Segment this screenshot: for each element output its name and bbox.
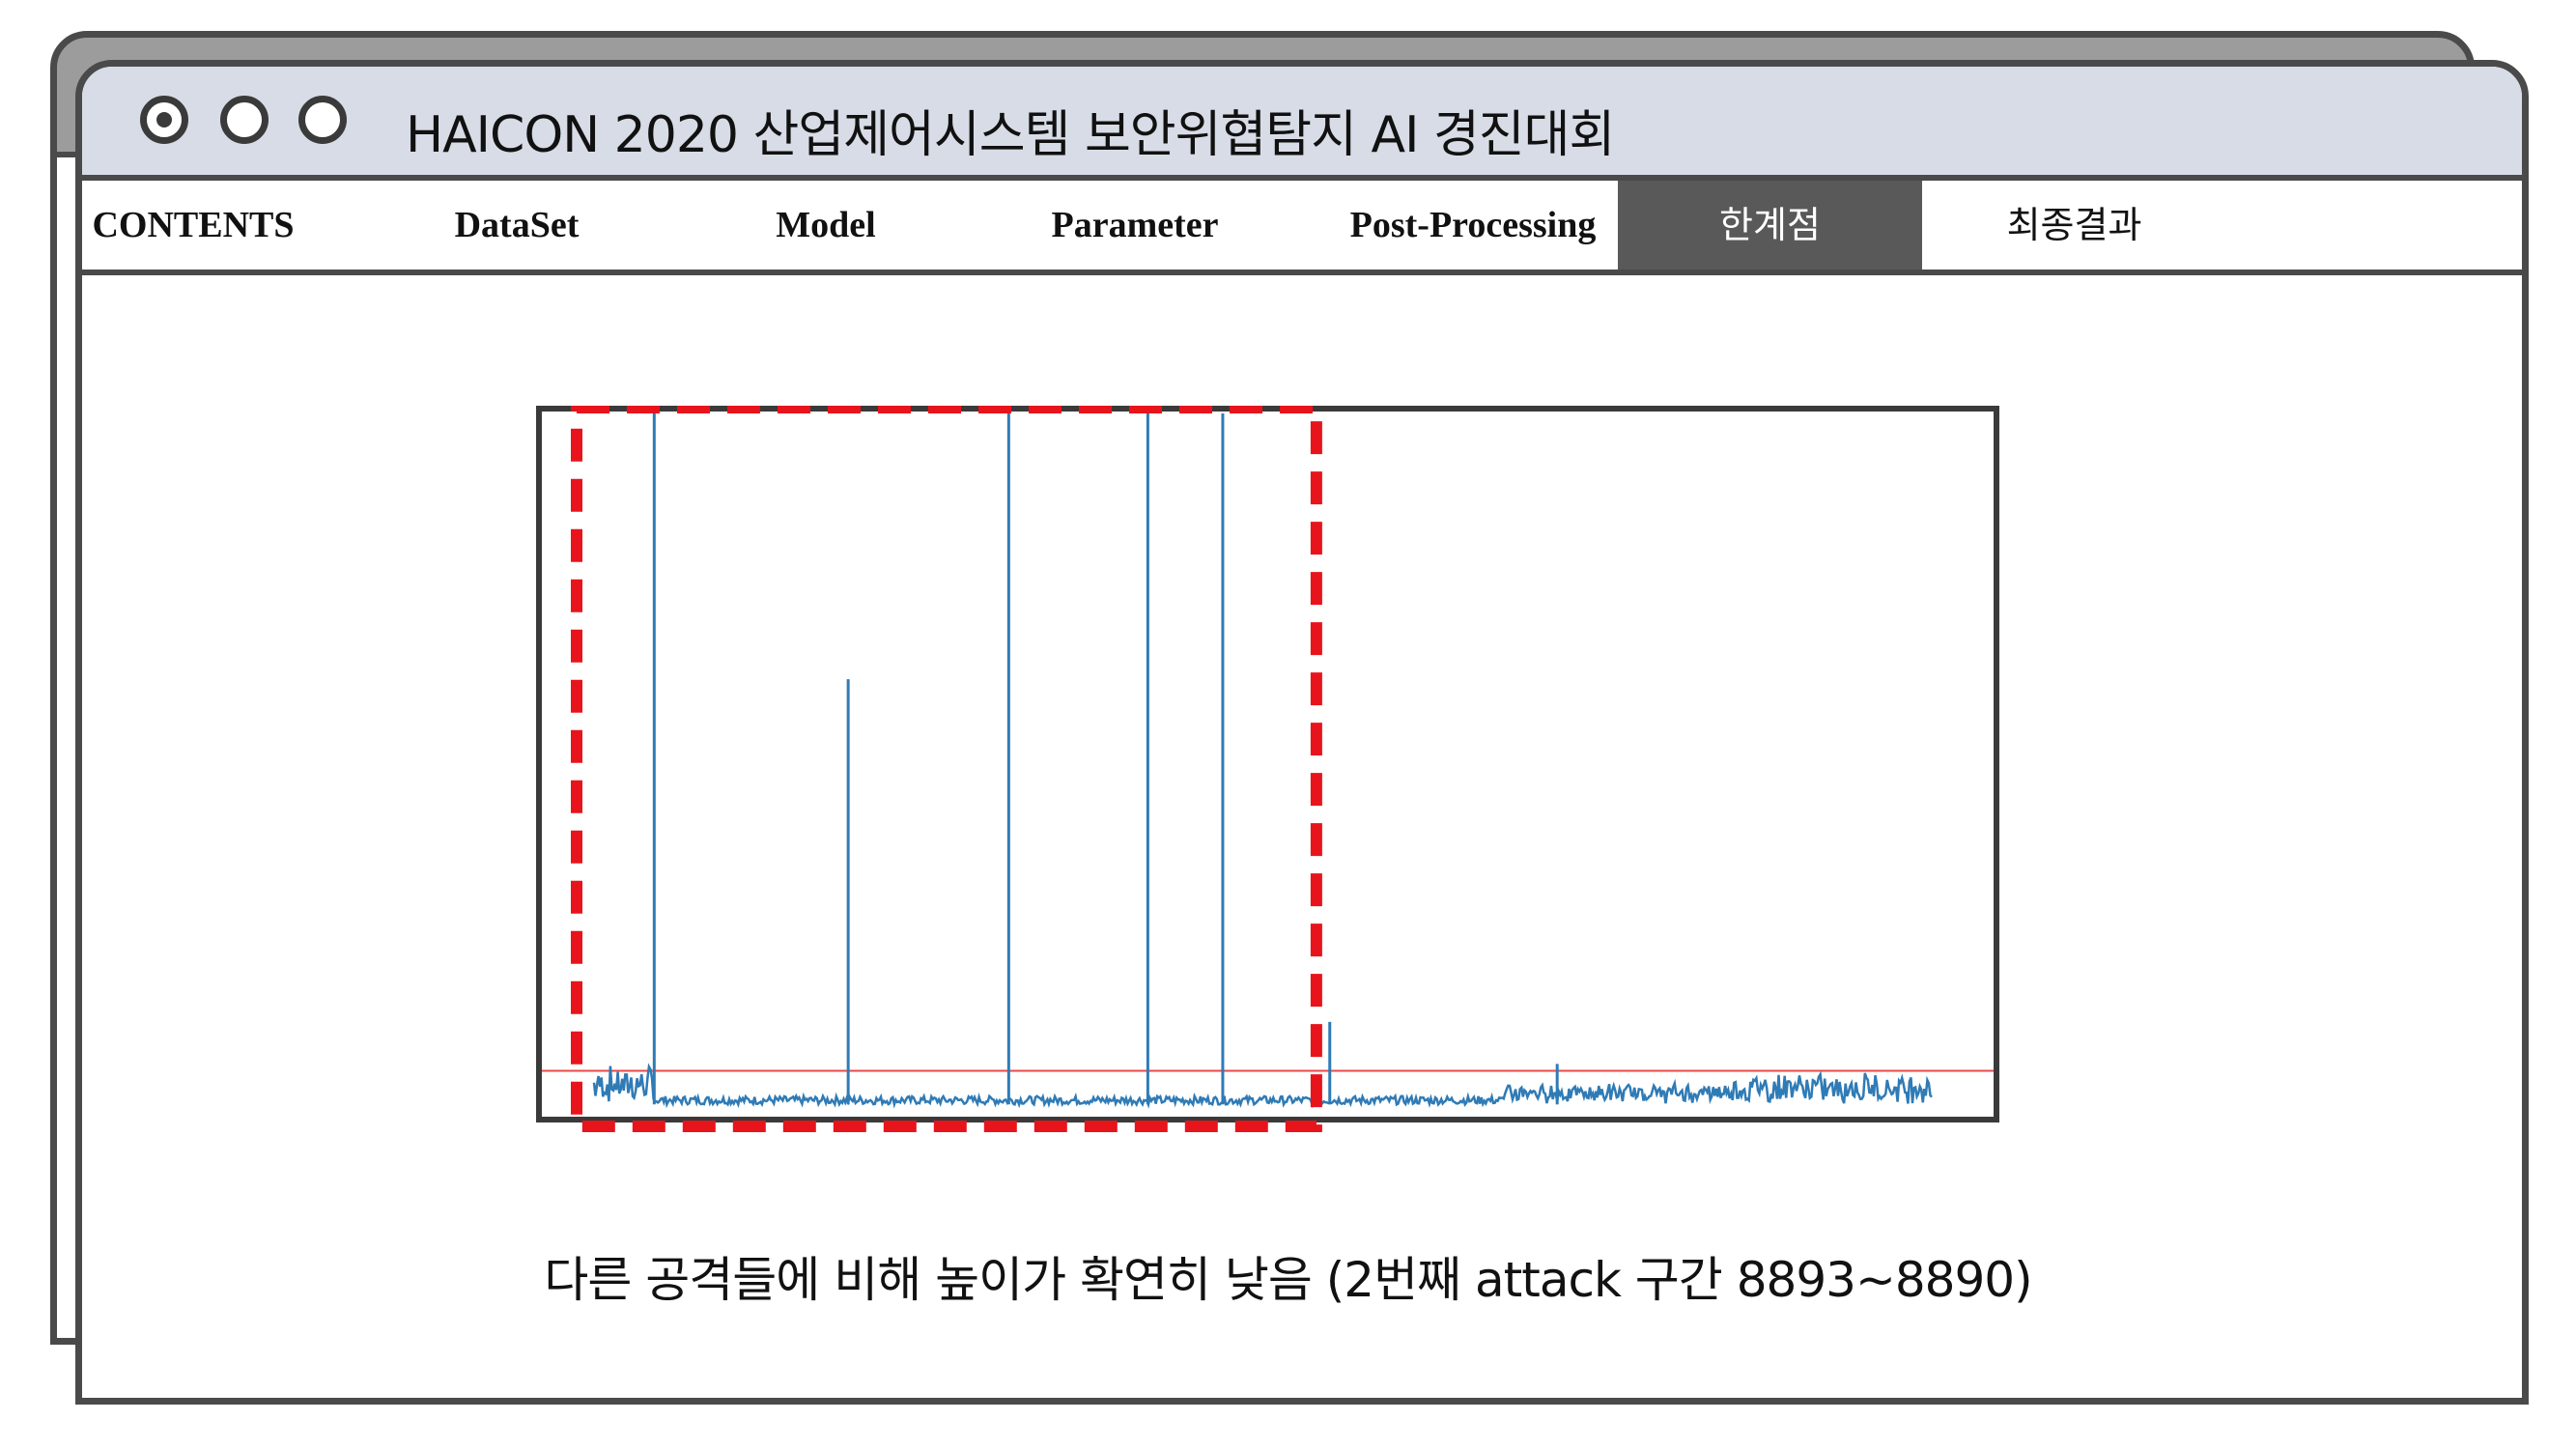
nav-bar: CONTENTS DataSet Model Parameter Post-Pr… [82, 181, 2522, 275]
chart-caption: 다른 공격들에 비해 높이가 확연히 낮음 (2번째 attack 구간 889… [544, 1252, 2032, 1308]
window-circle-button-3[interactable] [298, 96, 347, 144]
tab-limitations[interactable]: 한계점 [1618, 181, 1922, 270]
slide-canvas: HAICON 2020 산업제어시스템 보안위협탐지 AI 경진대회 CONTE… [0, 0, 2576, 1449]
anomaly-score-chart [536, 406, 2004, 1132]
tab-contents[interactable]: CONTENTS [82, 181, 304, 270]
anomaly-score-plot [536, 406, 1999, 1132]
window-title: HAICON 2020 산업제어시스템 보안위협탐지 AI 경진대회 [406, 106, 1615, 164]
tab-model[interactable]: Model [749, 181, 903, 270]
tab-post-processing[interactable]: Post-Processing [1328, 181, 1618, 270]
tab-parameter[interactable]: Parameter [1048, 181, 1222, 270]
window-circle-button-2[interactable] [220, 96, 269, 144]
tab-dataset[interactable]: DataSet [439, 181, 594, 270]
window-record-icon[interactable] [140, 96, 188, 144]
plot-frame [536, 406, 1999, 1122]
tab-final-results[interactable]: 최종결과 [1922, 181, 2226, 270]
title-bar: HAICON 2020 산업제어시스템 보안위협탐지 AI 경진대회 [82, 67, 2522, 181]
